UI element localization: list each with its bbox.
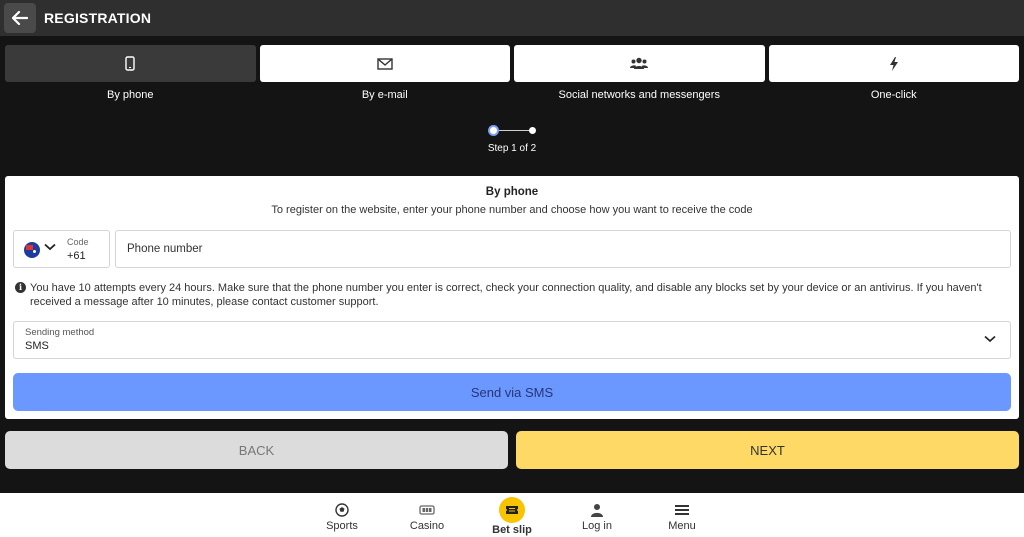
- arrow-left-icon: [12, 11, 28, 25]
- nav-label-bet-slip: Bet slip: [492, 524, 532, 536]
- tab-by-phone[interactable]: [5, 45, 256, 82]
- tab-social-networks[interactable]: [514, 45, 765, 82]
- sending-method-label: Sending method: [25, 327, 95, 338]
- header-bar: REGISTRATION: [0, 0, 1024, 36]
- step-progress: [488, 125, 538, 137]
- tab-labels: By phone By e-mail Social networks and m…: [5, 89, 1019, 101]
- australia-flag-icon: [24, 242, 40, 258]
- back-button[interactable]: BACK: [5, 431, 508, 469]
- tab-label-social-networks[interactable]: Social networks and messengers: [514, 89, 765, 101]
- registration-form-card: By phone To register on the website, ent…: [5, 176, 1019, 419]
- soccer-ball-icon: [335, 503, 349, 517]
- phone-icon: [125, 56, 135, 71]
- tab-label-one-click[interactable]: One-click: [769, 89, 1020, 101]
- tab-label-by-phone[interactable]: By phone: [5, 89, 256, 101]
- lightning-icon: [889, 56, 898, 71]
- nav-label-sports: Sports: [326, 520, 358, 532]
- bet-slip-badge: [499, 497, 525, 523]
- page-title: REGISTRATION: [44, 10, 152, 26]
- step-label: Step 1 of 2: [487, 143, 537, 154]
- info-icon: i: [15, 282, 26, 293]
- chevron-down-icon: [44, 243, 56, 251]
- registration-tabs: [5, 45, 1019, 82]
- send-via-sms-button[interactable]: Send via SMS: [13, 373, 1011, 411]
- nav-item-bet-slip[interactable]: Bet slip: [470, 493, 555, 537]
- code-label: Code: [67, 237, 89, 247]
- next-button[interactable]: NEXT: [516, 431, 1019, 469]
- step-1-dot: [488, 125, 499, 136]
- info-text: You have 10 attempts every 24 hours. Mak…: [30, 282, 982, 308]
- bottom-navigation: Sports Casino Bet slip Log in Menu: [0, 493, 1024, 537]
- hamburger-icon: [675, 505, 689, 515]
- nav-item-sports[interactable]: Sports: [300, 493, 385, 537]
- form-subtitle: To register on the website, enter your p…: [271, 204, 753, 216]
- nav-item-menu[interactable]: Menu: [640, 493, 725, 537]
- step-2-dot: [529, 127, 536, 134]
- info-notice: i You have 10 attempts every 24 hours. M…: [15, 281, 1005, 309]
- nav-label-menu: Menu: [668, 520, 696, 532]
- sending-method-select[interactable]: Sending method SMS: [13, 321, 1011, 359]
- nav-label-log-in: Log in: [582, 520, 612, 532]
- phone-number-field[interactable]: [115, 230, 1011, 268]
- users-icon: [630, 57, 649, 69]
- phone-number-input[interactable]: [116, 231, 1010, 267]
- ticket-icon: [506, 506, 518, 514]
- sending-method-value: SMS: [25, 340, 49, 352]
- code-value: +61: [67, 250, 86, 262]
- envelope-icon: [377, 57, 393, 70]
- tab-by-email[interactable]: [259, 45, 510, 82]
- country-code-selector[interactable]: Code +61: [13, 230, 110, 268]
- user-icon: [591, 504, 603, 517]
- tab-one-click[interactable]: [768, 45, 1019, 82]
- chevron-down-icon: [984, 335, 996, 343]
- slot-machine-icon: [419, 505, 435, 515]
- step-connector: [499, 130, 531, 131]
- back-arrow-button[interactable]: [4, 3, 36, 33]
- tab-label-by-email[interactable]: By e-mail: [260, 89, 511, 101]
- nav-item-log-in[interactable]: Log in: [555, 493, 640, 537]
- nav-item-casino[interactable]: Casino: [385, 493, 470, 537]
- nav-label-casino: Casino: [409, 520, 445, 532]
- form-title: By phone: [485, 186, 539, 198]
